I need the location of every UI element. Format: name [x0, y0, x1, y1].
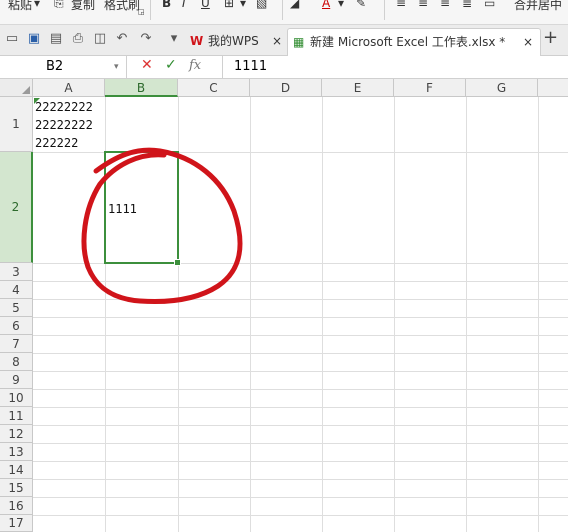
insert-function-button[interactable]: fx	[189, 58, 201, 73]
export-pdf-icon[interactable]: ▤	[48, 31, 64, 47]
quick-access-bar: ▭ ▣ ▤ ⎙ ◫ ↶ ↷ ▾ W 我的WPS × ▦ 新建 Microsoft…	[0, 25, 568, 56]
eraser-icon[interactable]: ✎	[356, 0, 366, 10]
tab-my-wps-label: 我的WPS	[208, 34, 259, 48]
row-header-1[interactable]: 1	[0, 97, 33, 152]
undo-icon[interactable]: ↶	[114, 31, 130, 47]
align-left-icon[interactable]: ≡	[396, 0, 406, 10]
name-box[interactable]: B2 ▾	[0, 56, 127, 78]
cell-reference: B2	[46, 59, 64, 74]
more-dropdown-icon[interactable]: ▾	[166, 31, 182, 47]
confirm-icon[interactable]: ✓	[165, 57, 177, 73]
new-tab-button[interactable]: +	[543, 27, 558, 48]
print-icon[interactable]: ⎙	[70, 31, 86, 47]
format-painter-button[interactable]: 格式刷	[104, 0, 140, 13]
column-header-h[interactable]	[538, 79, 568, 97]
highlight-icon[interactable]: ◢	[290, 0, 299, 10]
print-preview-icon[interactable]: ◫	[92, 31, 108, 47]
column-header-c[interactable]: C	[178, 79, 250, 97]
select-all-corner[interactable]	[0, 79, 33, 97]
copy-button[interactable]: 复制	[71, 0, 95, 13]
formula-separator	[222, 56, 223, 78]
dialog-launcher-icon[interactable]: ◲	[138, 8, 145, 16]
ribbon-separator	[282, 0, 283, 20]
row-header-16[interactable]: 16	[0, 497, 33, 515]
column-header-b[interactable]: B	[105, 79, 178, 97]
underline-button[interactable]: U	[201, 0, 210, 10]
formula-bar: B2 ▾ ✕ ✓ fx 1111	[0, 56, 568, 79]
formula-input[interactable]: 1111	[234, 59, 267, 74]
font-color-dropdown-icon[interactable]: ▾	[338, 0, 344, 10]
border-dropdown-icon[interactable]: ▾	[240, 0, 246, 10]
select-all-icon	[22, 86, 30, 94]
row-header-11[interactable]: 11	[0, 407, 33, 425]
row-header-17[interactable]: 17	[0, 515, 33, 532]
cell-a1[interactable]: 22222222 22222222 222222	[33, 97, 105, 152]
cell-b2-active[interactable]: 1111	[104, 151, 181, 266]
row-header-6[interactable]: 6	[0, 317, 33, 335]
close-tab-icon[interactable]: ×	[272, 28, 282, 54]
row-header-3[interactable]: 3	[0, 263, 33, 281]
row-header-10[interactable]: 10	[0, 389, 33, 407]
align-right-icon[interactable]: ≡	[440, 0, 450, 10]
wps-logo-icon: W	[190, 34, 204, 48]
cancel-icon[interactable]: ✕	[141, 57, 153, 73]
align-center-icon[interactable]: ≡	[418, 0, 428, 10]
row-header-8[interactable]: 8	[0, 353, 33, 371]
row-header-15[interactable]: 15	[0, 479, 33, 497]
wrap-icon[interactable]: ▭	[484, 0, 495, 10]
column-header-g[interactable]: G	[466, 79, 538, 97]
close-tab-icon[interactable]: ×	[523, 29, 533, 55]
fill-color-icon[interactable]: ▧	[256, 0, 267, 10]
paste-dropdown-icon[interactable]: ▾	[34, 0, 40, 10]
row-header-13[interactable]: 13	[0, 443, 33, 461]
copy-icon[interactable]: ⎘	[54, 0, 64, 11]
merge-center-button[interactable]: 合并居中	[514, 0, 562, 13]
column-header-a[interactable]: A	[33, 79, 105, 97]
row-header-2[interactable]: 2	[0, 152, 33, 263]
row-header-4[interactable]: 4	[0, 281, 33, 299]
row-header-9[interactable]: 9	[0, 371, 33, 389]
tab-document-label: 新建 Microsoft Excel 工作表.xlsx *	[310, 35, 506, 49]
name-box-dropdown-icon[interactable]: ▾	[114, 56, 119, 78]
spreadsheet-grid: A B C D E F G 1 2 3 4 5 6 7 8 9 10 11 12…	[0, 79, 568, 532]
ribbon-separator	[150, 0, 151, 20]
row-header-5[interactable]: 5	[0, 299, 33, 317]
excel-file-icon: ▦	[293, 35, 305, 49]
italic-button[interactable]: I	[182, 0, 186, 10]
cell-b2-text: 1111	[108, 202, 137, 216]
fill-handle[interactable]	[174, 259, 181, 266]
font-color-button[interactable]: A	[322, 0, 330, 10]
open-folder-icon[interactable]: ▭	[4, 31, 20, 47]
column-header-d[interactable]: D	[250, 79, 322, 97]
paste-button[interactable]: 粘贴	[8, 0, 32, 13]
ribbon-separator	[384, 0, 385, 20]
justify-icon[interactable]: ≣	[462, 0, 472, 10]
bold-button[interactable]: B	[162, 0, 171, 10]
save-icon[interactable]: ▣	[26, 31, 42, 47]
border-icon[interactable]: ⊞	[224, 0, 234, 10]
row-header-12[interactable]: 12	[0, 425, 33, 443]
redo-icon[interactable]: ↷	[138, 31, 154, 47]
cell-a1-text: 22222222 22222222 222222	[35, 100, 93, 150]
row-header-7[interactable]: 7	[0, 335, 33, 353]
column-header-e[interactable]: E	[322, 79, 394, 97]
tab-my-wps[interactable]: W 我的WPS ×	[186, 28, 286, 55]
column-header-f[interactable]: F	[394, 79, 466, 97]
ribbon: 粘贴 ▾ ⎘ 复制 格式刷 ◲ B I U ⊞ ▾ ▧ ◢ A ▾ ✎ ≡ ≡ …	[0, 0, 568, 25]
tab-document[interactable]: ▦ 新建 Microsoft Excel 工作表.xlsx * ×	[287, 28, 541, 56]
row-header-14[interactable]: 14	[0, 461, 33, 479]
